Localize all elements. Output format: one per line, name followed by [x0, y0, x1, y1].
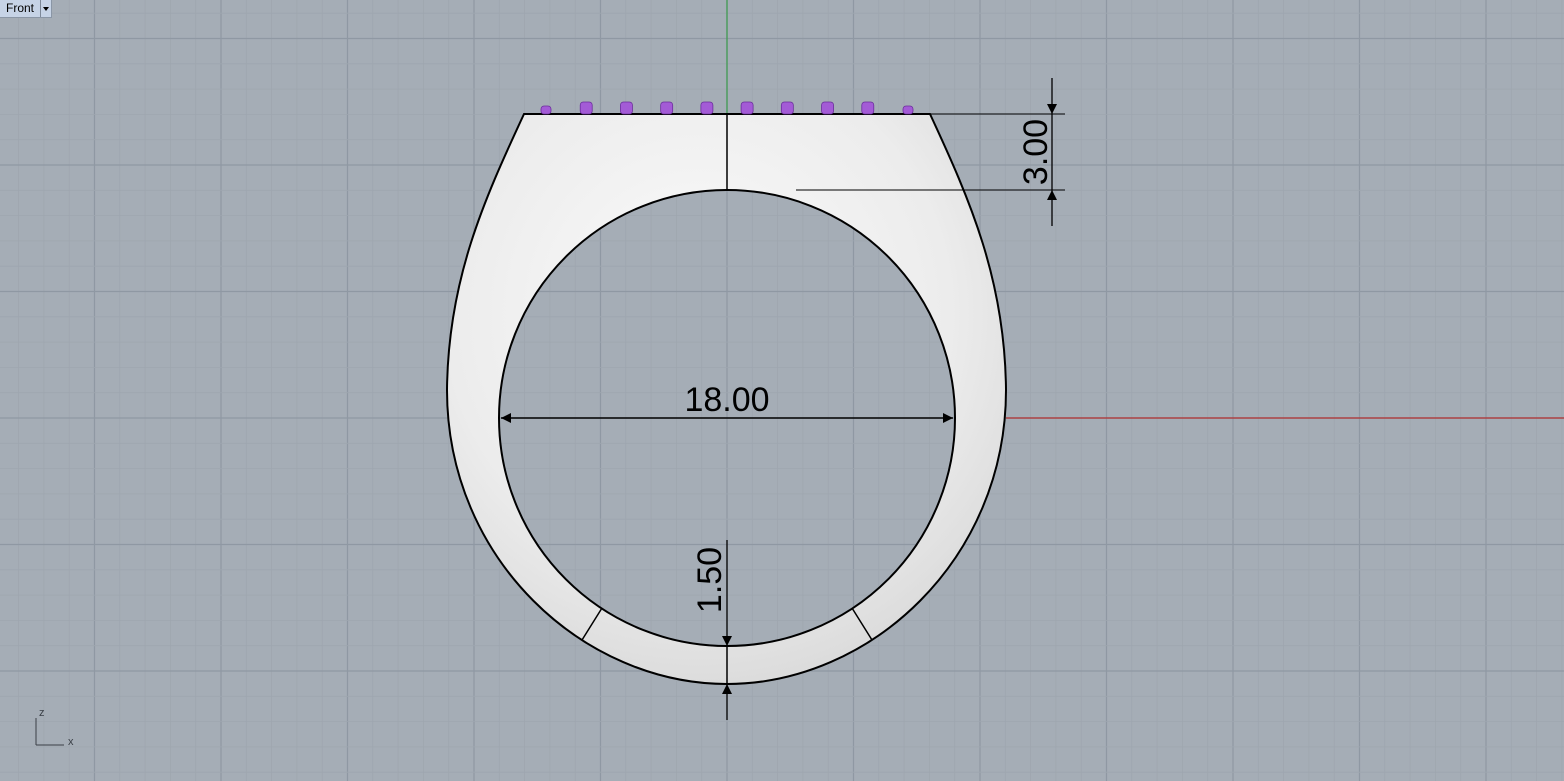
gem[interactable]	[780, 101, 794, 115]
gem[interactable]	[821, 101, 834, 115]
top-thickness-text: 3.00	[1017, 119, 1055, 185]
axis-widget-z-label: z	[39, 707, 45, 719]
diameter-dimension[interactable]: 18.00	[501, 381, 953, 423]
viewport-title-tab[interactable]: Front	[0, 0, 53, 18]
axis-widget-x-label: x	[68, 736, 74, 748]
gem[interactable]	[902, 105, 914, 115]
bottom-thickness-dimension[interactable]: 1.50	[691, 540, 732, 720]
gem[interactable]	[861, 101, 875, 115]
viewport-title[interactable]: Front	[0, 0, 40, 17]
gem[interactable]	[540, 105, 552, 115]
gem[interactable]	[620, 101, 633, 115]
gem[interactable]	[660, 101, 674, 115]
viewport-menu-dropdown-icon[interactable]	[40, 0, 51, 17]
gem[interactable]	[700, 101, 714, 115]
axis-widget: z x	[35, 707, 74, 748]
gem[interactable]	[740, 101, 754, 115]
bottom-thickness-text: 1.50	[691, 547, 729, 613]
gem[interactable]	[579, 101, 593, 115]
viewport-canvas[interactable]: 18.00 3.00 1.50 z x	[0, 0, 1564, 781]
diameter-dimension-text: 18.00	[684, 381, 769, 419]
front-viewport[interactable]: 18.00 3.00 1.50 z x Front	[0, 0, 1564, 781]
